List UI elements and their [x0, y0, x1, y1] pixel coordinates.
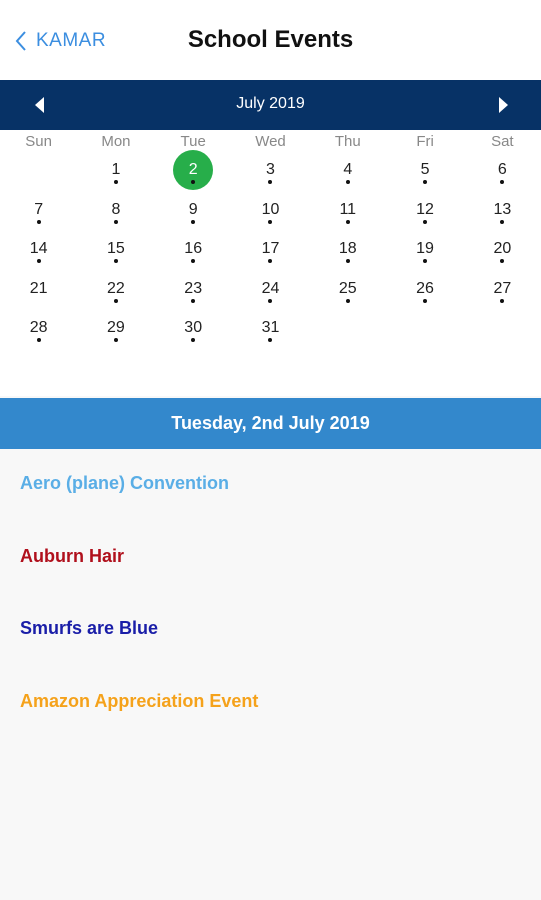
page-title: School Events [187, 26, 354, 53]
event-indicator-dot [500, 298, 505, 303]
day-number: 9 [188, 200, 198, 218]
day-number: 31 [261, 319, 280, 336]
day-number: 11 [339, 200, 357, 218]
weekday-label: Sun [25, 132, 52, 150]
day-number: 4 [343, 161, 353, 178]
day-number: 15 [107, 240, 125, 257]
event-indicator-dot [113, 219, 118, 224]
event-indicator-dot [113, 180, 118, 184]
weekday-label: Tue [180, 132, 206, 150]
calendar: Sun Mon Tue Wed Thu Fri Sat 1 2 3 4 5 6 7 8 9 10 1… [0, 130, 541, 396]
event-indicator-dot [36, 219, 41, 224]
weekday-label: Mon [101, 132, 131, 150]
day-number: 29 [107, 319, 125, 336]
day-number: 26 [416, 279, 434, 297]
day-number: 23 [184, 279, 203, 297]
day-number: 5 [420, 161, 430, 178]
calendar-day[interactable]: 27 [464, 279, 541, 319]
event-item[interactable]: Aero (plane) Convention [20, 473, 229, 494]
event-indicator-dot [345, 219, 350, 224]
event-indicator-dot [113, 338, 118, 342]
selected-date-header: Tuesday, 2nd July 2019 [0, 398, 541, 449]
weekday-label: Thu [334, 132, 361, 150]
day-number: 3 [266, 161, 275, 178]
month-label: July 2019 [236, 95, 305, 112]
day-number: 21 [29, 279, 48, 297]
day-number: 7 [34, 200, 44, 218]
day-number: 10 [261, 200, 280, 218]
day-number: 14 [29, 240, 48, 257]
day-number: 1 [111, 161, 121, 178]
event-indicator-dot [345, 259, 350, 263]
event-item[interactable]: Amazon Appreciation Event [20, 691, 258, 712]
day-number: 28 [29, 319, 48, 336]
day-number: 2 [173, 150, 214, 190]
weekday-label: Fri [416, 132, 434, 150]
day-number: 20 [493, 240, 512, 257]
day-number: 24 [261, 279, 280, 297]
event-indicator-dot [345, 180, 350, 184]
calendar-day[interactable]: 30 [155, 318, 232, 358]
event-indicator-dot [191, 298, 196, 303]
event-indicator-dot [423, 298, 428, 303]
event-indicator-dot [113, 259, 118, 263]
calendar-day[interactable]: 25 [309, 279, 386, 319]
weekday-header: Sun Mon Tue Wed Thu Fri Sat [0, 130, 541, 152]
day-number: 6 [497, 161, 507, 178]
weekday-label: Wed [255, 132, 286, 150]
event-indicator-dot [345, 298, 350, 303]
day-number: 8 [111, 200, 121, 218]
next-month-button[interactable] [493, 95, 513, 115]
event-indicator-dot [191, 219, 196, 224]
event-indicator-dot [500, 219, 505, 224]
day-number: 18 [338, 240, 357, 257]
event-indicator-dot [423, 219, 428, 224]
triangle-right-icon [499, 97, 508, 113]
month-navigation: July 2019 [0, 80, 541, 130]
day-grid: 1 2 3 4 5 6 7 8 9 10 11 12 13 14 15 16 17 18 19 20 21 22 23 24 2… [0, 150, 541, 358]
event-item[interactable]: Smurfs are Blue [20, 618, 158, 639]
weekday-label: Sat [491, 132, 514, 150]
day-number: 13 [493, 200, 512, 218]
day-number: 19 [416, 240, 434, 257]
calendar-day[interactable]: 26 [386, 279, 463, 319]
day-number: 16 [184, 240, 203, 257]
day-number: 17 [261, 240, 280, 257]
calendar-day[interactable]: 28 [0, 318, 77, 358]
calendar-day[interactable]: 31 [232, 318, 309, 358]
event-indicator-dot [36, 338, 41, 342]
day-number: 25 [338, 279, 357, 297]
day-number: 30 [184, 319, 203, 336]
event-indicator-dot [113, 298, 118, 303]
day-number: 27 [493, 279, 512, 297]
event-item[interactable]: Auburn Hair [20, 546, 124, 567]
top-bar: KAMAR School Events [0, 0, 541, 80]
calendar-day[interactable]: 29 [77, 318, 154, 358]
day-number: 22 [107, 279, 125, 297]
event-indicator-dot [36, 259, 41, 263]
day-number: 12 [416, 200, 434, 218]
